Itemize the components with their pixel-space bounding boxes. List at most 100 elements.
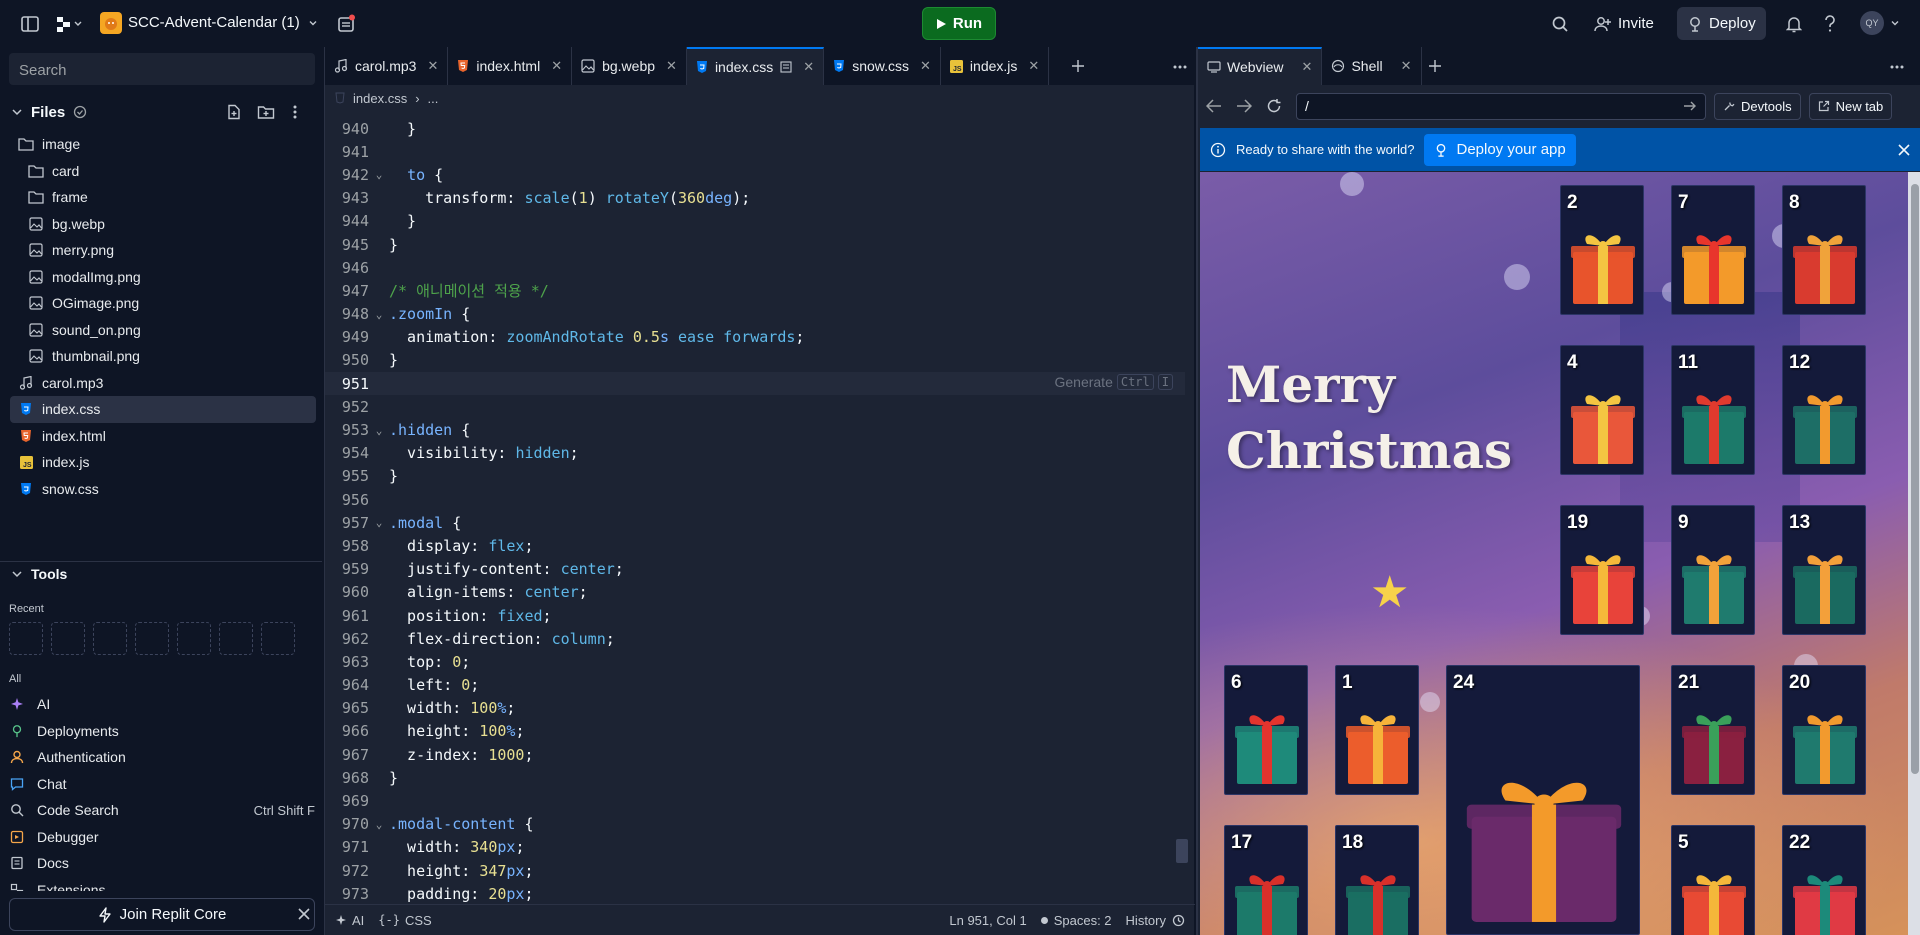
- editor-tab[interactable]: snow.css ✕: [824, 47, 941, 85]
- breadcrumb-file[interactable]: index.css: [353, 91, 407, 106]
- deploy-button[interactable]: Deploy: [1677, 7, 1766, 40]
- tool-item-docs[interactable]: Docs: [9, 850, 315, 877]
- code-line[interactable]: 956: [325, 488, 1185, 511]
- code-line[interactable]: 967 z-index: 1000;: [325, 743, 1185, 766]
- advent-day-card[interactable]: 7: [1671, 185, 1755, 315]
- preview-tab[interactable]: Webview ✕: [1198, 47, 1323, 85]
- editor-scrollbar[interactable]: [1176, 839, 1188, 863]
- code-line[interactable]: 941: [325, 140, 1185, 163]
- project-name-dropdown[interactable]: SCC-Advent-Calendar (1): [128, 14, 318, 31]
- code-line[interactable]: 965 width: 100%;: [325, 697, 1185, 720]
- file-tree-item[interactable]: carol.mp3: [10, 370, 316, 397]
- new-file-icon[interactable]: [226, 104, 242, 120]
- fold-chevron-icon[interactable]: ⌄: [369, 424, 389, 437]
- generate-hint[interactable]: Generate Ctrl I: [1054, 374, 1173, 391]
- search-input[interactable]: Search: [9, 53, 315, 85]
- editor-tab[interactable]: index.css ✕: [686, 47, 825, 85]
- close-tab-icon[interactable]: ✕: [920, 58, 931, 74]
- advent-day-card[interactable]: 12: [1782, 345, 1866, 475]
- invite-button[interactable]: Invite: [1584, 7, 1664, 40]
- file-tree-item[interactable]: JS index.js: [10, 449, 316, 476]
- file-tree-item[interactable]: merry.png: [10, 237, 316, 264]
- file-tree-item[interactable]: image: [10, 131, 316, 158]
- fold-chevron-icon[interactable]: ⌄: [369, 168, 389, 181]
- close-tab-icon[interactable]: ✕: [666, 58, 677, 74]
- fold-chevron-icon[interactable]: ⌄: [369, 308, 389, 321]
- webview-scrollbar-thumb[interactable]: [1911, 184, 1919, 774]
- preview-tab[interactable]: Shell ✕: [1322, 47, 1422, 85]
- code-line[interactable]: 958 display: flex;: [325, 534, 1185, 557]
- code-line[interactable]: 973 padding: 20px;: [325, 882, 1185, 903]
- url-input[interactable]: /: [1296, 92, 1706, 120]
- refresh-icon[interactable]: [1266, 98, 1288, 114]
- code-line[interactable]: 951 Generate Ctrl I: [325, 372, 1185, 396]
- tool-item-chat[interactable]: Chat: [9, 771, 315, 798]
- code-line[interactable]: 952: [325, 395, 1185, 418]
- add-tab-icon[interactable]: [1428, 59, 1442, 73]
- code-line[interactable]: 948 ⌄ .zoomIn {: [325, 303, 1185, 326]
- history-button[interactable]: History: [1126, 913, 1185, 928]
- code-line[interactable]: 942 ⌄ to {: [325, 163, 1185, 186]
- new-folder-icon[interactable]: [257, 104, 275, 120]
- advent-day-card[interactable]: 22: [1782, 825, 1866, 935]
- file-tree-item[interactable]: card: [10, 158, 316, 185]
- go-arrow-icon[interactable]: [1683, 100, 1697, 112]
- more-options-icon[interactable]: [1890, 65, 1904, 69]
- code-line[interactable]: 970 ⌄ .modal-content {: [325, 813, 1185, 836]
- file-tree-item[interactable]: sound_on.png: [10, 317, 316, 344]
- file-tree-item[interactable]: frame: [10, 184, 316, 211]
- run-button[interactable]: Run: [922, 7, 996, 40]
- code-line[interactable]: 946: [325, 256, 1185, 279]
- close-tab-icon[interactable]: ✕: [427, 58, 438, 74]
- tool-item-code-search[interactable]: Code Search Ctrl Shift F: [9, 797, 315, 824]
- advent-day-card[interactable]: 9: [1671, 505, 1755, 635]
- fold-chevron-icon[interactable]: ⌄: [369, 516, 389, 529]
- file-tree-item[interactable]: OGimage.png: [10, 290, 316, 317]
- advent-day-card[interactable]: 13: [1782, 505, 1866, 635]
- advent-day-card[interactable]: 11: [1671, 345, 1755, 475]
- code-line[interactable]: 969: [325, 789, 1185, 812]
- notes-icon[interactable]: [334, 12, 358, 36]
- code-line[interactable]: 945}: [325, 233, 1185, 256]
- editor-tab[interactable]: bg.webp ✕: [572, 47, 687, 85]
- split-view-icon[interactable]: [780, 61, 792, 73]
- advent-day-card[interactable]: 6: [1224, 665, 1308, 795]
- code-line[interactable]: 943 transform: scale(1) rotateY(360deg);: [325, 187, 1185, 210]
- close-tab-icon[interactable]: ✕: [551, 58, 562, 74]
- advent-day-card[interactable]: 4: [1560, 345, 1644, 475]
- advent-day-card[interactable]: 17: [1224, 825, 1308, 935]
- editor-tab[interactable]: JS index.js ✕: [940, 47, 1050, 85]
- tool-item-extensions[interactable]: Extensions: [9, 877, 315, 891]
- close-tab-icon[interactable]: ✕: [1302, 59, 1313, 75]
- code-line[interactable]: 954 visibility: hidden;: [325, 442, 1185, 465]
- close-tab-icon[interactable]: ✕: [803, 59, 814, 75]
- tools-section-header[interactable]: Tools: [0, 560, 322, 588]
- code-line[interactable]: 949 animation: zoomAndRotate 0.5s ease f…: [325, 326, 1185, 349]
- tool-item-deployments[interactable]: Deployments: [9, 718, 315, 745]
- back-icon[interactable]: [1206, 99, 1228, 113]
- code-line[interactable]: 968}: [325, 766, 1185, 789]
- code-line[interactable]: 966 height: 100%;: [325, 720, 1185, 743]
- fold-chevron-icon[interactable]: ⌄: [369, 818, 389, 831]
- replit-logo-icon[interactable]: [54, 14, 84, 34]
- file-tree-item[interactable]: index.html: [10, 423, 316, 450]
- sidebar-toggle-icon[interactable]: [20, 14, 40, 34]
- tool-item-ai[interactable]: AI: [9, 691, 315, 718]
- code-line[interactable]: 947 /* 애니메이션 적용 */: [325, 279, 1185, 302]
- code-line[interactable]: 957 ⌄ .modal {: [325, 511, 1185, 534]
- join-replit-core-button[interactable]: Join Replit Core: [9, 898, 315, 931]
- webview-scrollbar[interactable]: [1908, 172, 1920, 935]
- search-icon[interactable]: [1548, 12, 1572, 36]
- files-section-header[interactable]: Files: [0, 97, 322, 127]
- file-tree-item[interactable]: thumbnail.png: [10, 343, 316, 370]
- code-line[interactable]: 953 ⌄ .hidden {: [325, 418, 1185, 441]
- code-line[interactable]: 940 }: [325, 117, 1185, 140]
- file-tree-item[interactable]: index.css: [10, 396, 316, 423]
- file-tree-item[interactable]: snow.css: [10, 476, 316, 503]
- file-tree-item[interactable]: bg.webp: [10, 211, 316, 238]
- status-ai[interactable]: AI: [335, 913, 364, 928]
- forward-icon[interactable]: [1236, 99, 1258, 113]
- file-tree-item[interactable]: modalImg.png: [10, 264, 316, 291]
- help-icon[interactable]: [1818, 12, 1842, 36]
- code-line[interactable]: 964 left: 0;: [325, 674, 1185, 697]
